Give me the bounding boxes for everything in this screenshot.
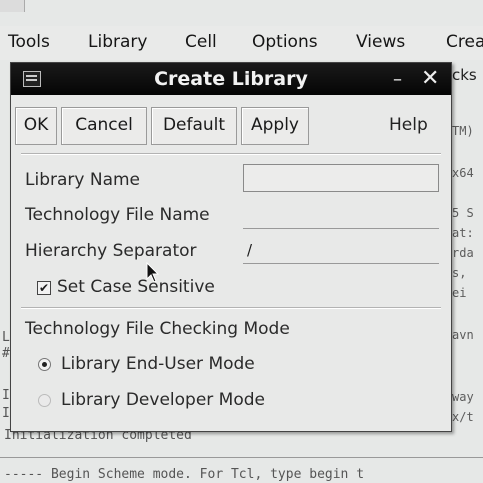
menu-library[interactable]: Library — [88, 32, 147, 52]
terminal-line: # — [2, 346, 10, 361]
bg-text: TM) — [452, 124, 474, 138]
dialog-titlebar[interactable]: Create Library – ✕ — [11, 63, 451, 95]
close-icon[interactable]: ✕ — [421, 66, 439, 91]
cancel-button[interactable]: Cancel — [61, 107, 147, 145]
app-icon-fragment — [0, 0, 25, 12]
bg-text: x64 — [452, 166, 474, 180]
technology-file-name-label: Technology File Name — [25, 205, 210, 225]
bg-text: cks — [452, 66, 477, 84]
terminal-divider — [0, 457, 483, 458]
divider — [21, 153, 441, 155]
technology-file-name-input[interactable] — [243, 201, 439, 229]
developer-mode-label[interactable]: Library Developer Mode — [61, 390, 265, 410]
terminal-line: L — [2, 330, 10, 345]
case-sensitive-label[interactable]: Set Case Sensitive — [57, 277, 215, 297]
create-library-dialog: Create Library – ✕ OK Cancel Default App… — [10, 62, 452, 432]
bg-text: at: — [452, 226, 474, 240]
developer-mode-radio[interactable] — [38, 394, 51, 407]
mouse-pointer-icon — [146, 262, 160, 283]
dialog-title: Create Library — [154, 68, 308, 90]
bg-text: s, — [452, 266, 467, 280]
library-name-label: Library Name — [25, 170, 140, 190]
terminal-line: I — [2, 406, 10, 421]
divider — [21, 307, 441, 309]
hierarchy-separator-input[interactable]: / — [243, 236, 439, 264]
menu-create[interactable]: Crea — [446, 32, 483, 52]
menu-options[interactable]: Options — [252, 32, 318, 52]
bg-text: rda — [452, 246, 474, 260]
end-user-mode-label[interactable]: Library End-User Mode — [61, 354, 255, 374]
case-sensitive-checkbox[interactable]: ✔ — [37, 281, 51, 295]
terminal-scheme-line: ----- Begin Scheme mode. For Tcl, type b… — [4, 467, 365, 482]
menubar: Tools Library Cell Options Views Crea — [0, 26, 483, 60]
hierarchy-separator-label: Hierarchy Separator — [25, 241, 197, 261]
bg-text: ei — [452, 286, 467, 300]
menu-tools[interactable]: Tools — [8, 32, 50, 52]
minimize-icon[interactable]: – — [393, 69, 402, 90]
bg-text: 5 S — [452, 206, 474, 220]
apply-button[interactable]: Apply — [241, 107, 309, 145]
help-button[interactable]: Help — [389, 115, 428, 135]
tech-checking-mode-label: Technology File Checking Mode — [25, 319, 290, 339]
library-name-input[interactable] — [243, 164, 439, 192]
default-button[interactable]: Default — [151, 107, 237, 145]
menu-cell[interactable]: Cell — [185, 32, 217, 52]
end-user-mode-radio[interactable] — [38, 358, 51, 371]
menu-views[interactable]: Views — [356, 32, 405, 52]
ok-button[interactable]: OK — [15, 107, 57, 145]
terminal-line: I — [2, 388, 10, 403]
